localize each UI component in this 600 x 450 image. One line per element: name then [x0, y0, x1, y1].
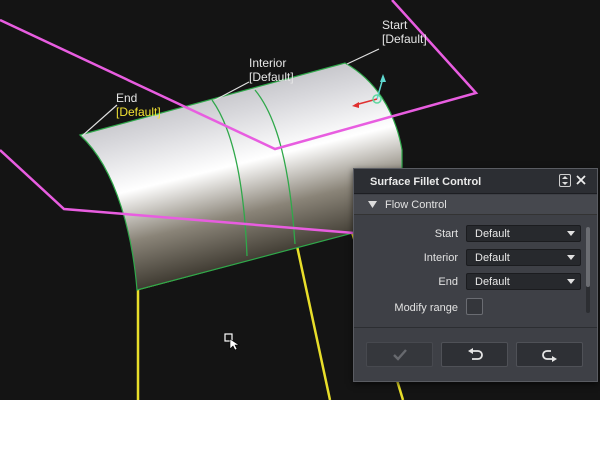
- surface-fillet-control-panel: Surface Fillet Control Flow Control Star…: [353, 168, 598, 382]
- pin-icon[interactable]: [559, 174, 571, 187]
- interior-label: Interior: [423, 252, 458, 264]
- callout-end: End [Default]: [116, 91, 161, 119]
- end-label: End: [438, 276, 458, 288]
- callout-start: Start [Default]: [382, 18, 427, 46]
- interior-dropdown-value: Default: [475, 252, 510, 264]
- callout-end-name: End: [116, 91, 138, 105]
- end-dropdown-value: Default: [475, 276, 510, 288]
- flow-control-section-header[interactable]: Flow Control: [354, 195, 597, 215]
- redo-button[interactable]: [516, 342, 583, 367]
- callout-start-name: Start: [382, 18, 408, 32]
- modify-range-checkbox[interactable]: [466, 298, 483, 315]
- redo-icon: [542, 350, 557, 362]
- section-label: Flow Control: [385, 199, 447, 211]
- collapse-triangle-icon: [368, 201, 377, 208]
- mouse-cursor-icon: [224, 333, 240, 351]
- end-dropdown[interactable]: Default: [466, 273, 581, 290]
- start-dropdown-value: Default: [475, 228, 510, 240]
- chevron-down-icon: [567, 279, 575, 284]
- callout-interior: Interior [Default]: [249, 56, 294, 84]
- footer-divider: [354, 327, 597, 328]
- 3d-viewport[interactable]: Start [Default] Interior [Default] End […: [0, 0, 600, 400]
- callout-interior-name: Interior: [249, 56, 287, 70]
- scrollbar-thumb[interactable]: [586, 227, 590, 287]
- callout-start-value: [Default]: [382, 32, 427, 46]
- chevron-down-icon: [567, 231, 575, 236]
- apply-button[interactable]: [366, 342, 433, 367]
- chevron-down-icon: [567, 255, 575, 260]
- undo-icon: [468, 348, 483, 360]
- close-icon[interactable]: [574, 173, 588, 187]
- modify-range-label: Modify range: [394, 302, 458, 314]
- callout-end-value: [Default]: [116, 105, 161, 119]
- callout-interior-value: [Default]: [249, 70, 294, 84]
- start-label: Start: [434, 228, 458, 240]
- undo-button[interactable]: [441, 342, 508, 367]
- start-dropdown[interactable]: Default: [466, 225, 581, 242]
- panel-scrollbar[interactable]: [586, 227, 590, 313]
- checkmark-icon: [393, 349, 407, 361]
- panel-titlebar[interactable]: Surface Fillet Control: [354, 169, 597, 194]
- interior-dropdown[interactable]: Default: [466, 249, 581, 266]
- panel-title: Surface Fillet Control: [370, 176, 482, 188]
